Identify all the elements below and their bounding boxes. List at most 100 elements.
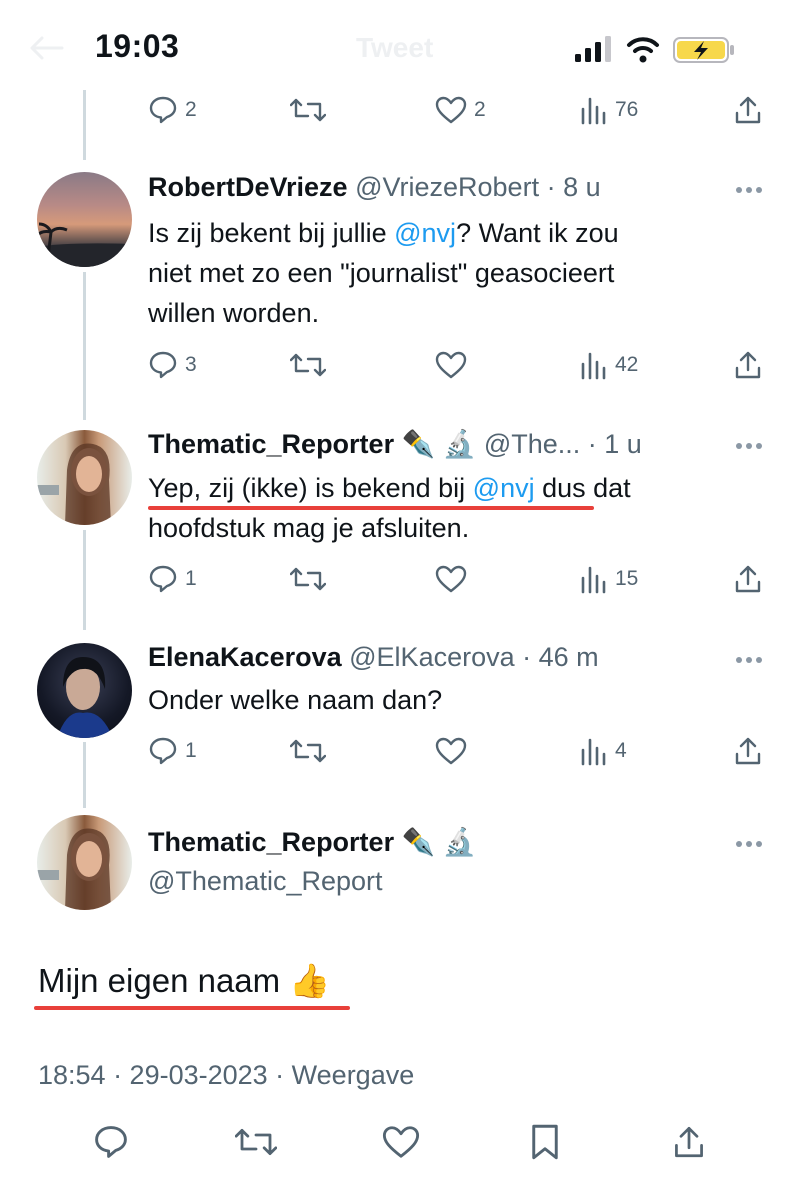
- retweet-icon: [290, 98, 326, 122]
- main-tweet-text: Mijn eigen naam 👍: [38, 962, 331, 999]
- views-icon: [581, 738, 606, 766]
- display-name[interactable]: Thematic_Reporter: [148, 429, 394, 459]
- display-name[interactable]: Thematic_Reporter: [148, 827, 394, 857]
- avatar[interactable]: [37, 430, 132, 525]
- page-title: Tweet: [356, 32, 434, 63]
- avatar[interactable]: [37, 172, 132, 267]
- tweet-actions: 3 42: [148, 347, 768, 383]
- retweet-icon: [290, 353, 326, 377]
- more-icon[interactable]: [735, 656, 763, 664]
- like-button[interactable]: [435, 561, 467, 597]
- tweet-timestamp: 18:54 · 29-03-2023 · Weergave: [38, 1060, 415, 1090]
- bookmark-button[interactable]: [530, 1124, 560, 1165]
- portrait-silhouette: [37, 443, 111, 525]
- main-tweet-handle[interactable]: @Thematic_Report: [148, 866, 383, 897]
- thumbs-up-emoji: 👍: [289, 962, 331, 999]
- highlight-underline: [148, 506, 594, 510]
- avatar[interactable]: [37, 643, 132, 738]
- status-clock: 19:03: [95, 28, 180, 64]
- views-button[interactable]: 4: [580, 733, 627, 769]
- share-button[interactable]: [734, 347, 762, 383]
- palm-silhouette: [37, 222, 132, 267]
- like-button[interactable]: [435, 733, 467, 769]
- highlight-underline: [34, 1006, 350, 1010]
- views-icon: [581, 97, 606, 125]
- reply-icon: [149, 96, 177, 124]
- display-name[interactable]: RobertDeVrieze: [148, 172, 348, 202]
- reply-button[interactable]: 1: [148, 733, 197, 769]
- share-icon: [675, 1126, 703, 1158]
- reply-icon: [149, 737, 177, 765]
- retweet-button[interactable]: [290, 347, 326, 383]
- heart-icon: [435, 96, 467, 124]
- thread-line: [83, 90, 86, 160]
- like-button[interactable]: [382, 1124, 420, 1165]
- tweet-header: ElenaKacerova @ElKacerova · 46 m: [148, 642, 599, 673]
- name-emoji: ✒️ 🔬: [401, 429, 477, 459]
- display-name[interactable]: ElenaKacerova: [148, 642, 342, 672]
- thread-line: [83, 530, 86, 630]
- tweet-text: Is zij bekent bij jullie @nvj? Want ik z…: [148, 218, 619, 328]
- tweet-header: Thematic_Reporter ✒️ 🔬 @The... · 1 u: [148, 428, 642, 460]
- handle-time[interactable]: @VriezeRobert · 8 u: [355, 172, 601, 202]
- battery-icon: [673, 37, 734, 63]
- like-button[interactable]: [435, 347, 467, 383]
- views-icon: [581, 566, 606, 594]
- avatar[interactable]: [37, 815, 132, 910]
- mention-link[interactable]: @nvj: [394, 218, 456, 248]
- views-button[interactable]: 15: [580, 561, 638, 597]
- main-tweet-header: Thematic_Reporter ✒️ 🔬: [148, 826, 476, 858]
- retweet-button[interactable]: [290, 561, 326, 597]
- retweet-button[interactable]: [234, 1124, 278, 1165]
- more-icon[interactable]: [735, 840, 763, 848]
- wifi-icon: [627, 37, 659, 63]
- handle-time[interactable]: @The... · 1 u: [484, 429, 642, 459]
- portrait-silhouette: [57, 657, 113, 738]
- signal-icon: [575, 36, 611, 62]
- reply-button[interactable]: 3: [148, 347, 197, 383]
- status-bar: 19:03 Tweet: [0, 0, 803, 90]
- portrait-silhouette: [37, 828, 111, 910]
- like-button[interactable]: 2: [435, 92, 486, 128]
- share-icon: [735, 737, 761, 765]
- tweet-header: RobertDeVrieze @VriezeRobert · 8 u: [148, 172, 601, 203]
- tweet-text: Onder welke naam dan?: [148, 685, 443, 715]
- name-emoji: ✒️ 🔬: [401, 827, 477, 857]
- share-button[interactable]: [734, 92, 762, 128]
- share-icon: [735, 565, 761, 593]
- reply-icon: [149, 351, 177, 379]
- tweet-actions: 1 15: [148, 561, 768, 597]
- heart-icon: [382, 1126, 420, 1158]
- reply-icon: [149, 565, 177, 593]
- views-button[interactable]: 42: [580, 347, 638, 383]
- retweet-icon: [290, 739, 326, 763]
- reply-button[interactable]: 2: [148, 92, 197, 128]
- tweet-actions: 2 2 76: [148, 92, 768, 128]
- more-icon[interactable]: [735, 186, 763, 194]
- views-button[interactable]: 76: [580, 92, 638, 128]
- retweet-icon: [290, 567, 326, 591]
- main-tweet-actions: [0, 1124, 803, 1168]
- more-icon[interactable]: [735, 442, 763, 450]
- thread-line: [83, 742, 86, 808]
- reply-button[interactable]: [93, 1124, 129, 1165]
- heart-icon: [435, 565, 467, 593]
- retweet-button[interactable]: [290, 92, 326, 128]
- share-icon: [735, 96, 761, 124]
- views-icon: [581, 352, 606, 380]
- mention-link[interactable]: @nvj: [473, 473, 535, 503]
- reply-button[interactable]: 1: [148, 561, 197, 597]
- heart-icon: [435, 737, 467, 765]
- share-button[interactable]: [734, 561, 762, 597]
- share-button[interactable]: [673, 1124, 705, 1165]
- bookmark-icon: [532, 1124, 558, 1160]
- retweet-button[interactable]: [290, 733, 326, 769]
- back-arrow-icon[interactable]: [28, 36, 64, 60]
- share-button[interactable]: [734, 733, 762, 769]
- heart-icon: [435, 351, 467, 379]
- share-icon: [735, 351, 761, 379]
- retweet-icon: [234, 1128, 278, 1156]
- thread-line: [83, 272, 86, 420]
- handle-time[interactable]: @ElKacerova · 46 m: [349, 642, 599, 672]
- tweet-actions: 1 4: [148, 733, 768, 769]
